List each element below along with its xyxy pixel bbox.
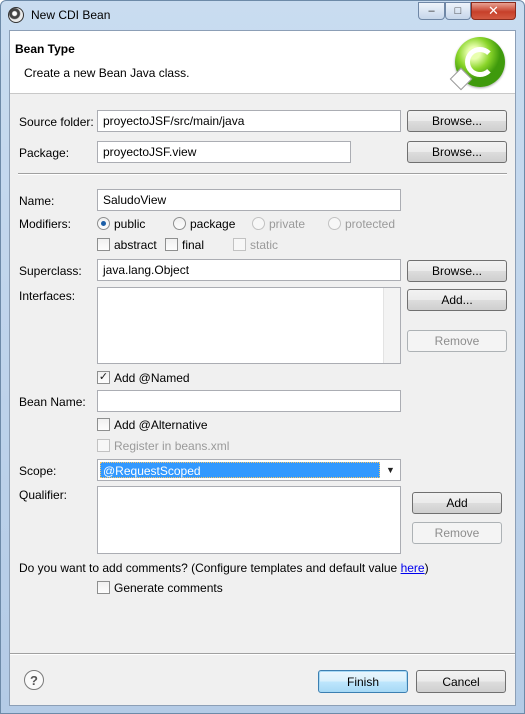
source-folder-label: Source folder: — [19, 115, 94, 129]
qualifier-remove-button: Remove — [412, 522, 502, 544]
page-title: Bean Type — [15, 42, 75, 56]
chevron-down-icon[interactable]: ▼ — [382, 461, 399, 479]
qualifier-add-button[interactable]: Add — [412, 492, 502, 514]
maximize-button[interactable]: □ — [445, 2, 471, 20]
modifier-abstract-checkbox[interactable] — [97, 238, 110, 251]
interfaces-add-button[interactable]: Add... — [407, 289, 507, 311]
modifier-public-label: public — [114, 217, 146, 231]
interfaces-list[interactable] — [97, 287, 401, 364]
generate-comments-label: Generate comments — [114, 581, 223, 595]
name-input[interactable]: SaludoView — [97, 189, 401, 211]
modifier-package-label: package — [190, 217, 236, 231]
modifiers-label: Modifiers: — [19, 217, 72, 231]
interfaces-remove-button: Remove — [407, 330, 507, 352]
add-named-checkbox[interactable]: ✓ — [97, 371, 110, 384]
source-folder-browse-button[interactable]: Browse... — [407, 110, 507, 132]
modifier-package-radio[interactable] — [173, 217, 186, 230]
help-icon[interactable]: ? — [24, 670, 44, 690]
title-bar[interactable]: New CDI Bean – □ ✕ — [1, 1, 524, 30]
package-browse-button[interactable]: Browse... — [407, 141, 507, 163]
add-named-label: Add @Named — [114, 371, 190, 385]
add-alternative-checkbox[interactable] — [97, 418, 110, 431]
modifier-public-radio[interactable] — [97, 217, 110, 230]
modifier-static-checkbox — [233, 238, 246, 251]
modifier-protected-label: protected — [345, 217, 396, 231]
modifier-protected-radio — [328, 217, 341, 230]
package-input[interactable]: proyectoJSF.view — [97, 141, 351, 163]
modifier-final-checkbox[interactable] — [165, 238, 178, 251]
source-folder-input[interactable]: proyectoJSF/src/main/java — [97, 110, 401, 132]
window-title: New CDI Bean — [31, 8, 111, 22]
separator — [18, 173, 507, 175]
close-button[interactable]: ✕ — [471, 2, 516, 20]
footer-separator — [10, 653, 515, 655]
superclass-input[interactable]: java.lang.Object — [97, 259, 401, 281]
finish-button[interactable]: Finish — [318, 670, 408, 693]
wizard-header: Bean Type Create a new Bean Java class. — [10, 31, 515, 94]
superclass-browse-button[interactable]: Browse... — [407, 260, 507, 282]
configure-templates-link[interactable]: here — [401, 561, 425, 575]
dialog-window: New CDI Bean – □ ✕ Bean Type Create a ne… — [0, 0, 525, 714]
modifier-static-label: static — [250, 238, 279, 252]
cancel-button[interactable]: Cancel — [416, 670, 506, 693]
superclass-label: Superclass: — [19, 264, 82, 278]
bean-name-label: Bean Name: — [19, 395, 86, 409]
minimize-button[interactable]: – — [418, 2, 445, 20]
modifier-private-radio — [252, 217, 265, 230]
scope-label: Scope: — [19, 464, 57, 478]
package-label: Package: — [19, 146, 70, 160]
cdi-bean-icon — [449, 37, 505, 91]
modifier-abstract-label: abstract — [114, 238, 157, 252]
dialog-client-area: Bean Type Create a new Bean Java class. … — [9, 30, 516, 706]
bean-name-input[interactable] — [97, 390, 401, 412]
name-label: Name: — [19, 194, 55, 208]
register-beans-label: Register in beans.xml — [114, 439, 230, 453]
comments-question: Do you want to add comments? (Configure … — [19, 561, 429, 575]
comments-close-paren: ) — [424, 561, 429, 575]
qualifier-label: Qualifier: — [19, 488, 68, 502]
register-beans-checkbox — [97, 439, 110, 452]
modifier-private-label: private — [269, 217, 306, 231]
add-alternative-label: Add @Alternative — [114, 418, 208, 432]
generate-comments-checkbox[interactable] — [97, 581, 110, 594]
page-description: Create a new Bean Java class. — [24, 66, 190, 80]
scope-selected-value: @RequestScoped — [100, 462, 380, 478]
interfaces-scrollbar[interactable] — [383, 288, 400, 363]
qualifier-list[interactable] — [97, 486, 401, 554]
interfaces-label: Interfaces: — [19, 289, 76, 303]
modifier-final-label: final — [182, 238, 205, 252]
eclipse-icon — [8, 7, 24, 23]
comments-question-text: Do you want to add comments? (Configure … — [19, 561, 401, 575]
scope-select[interactable]: @RequestScoped ▼ — [97, 459, 401, 481]
cdi-letter-c — [465, 47, 495, 77]
